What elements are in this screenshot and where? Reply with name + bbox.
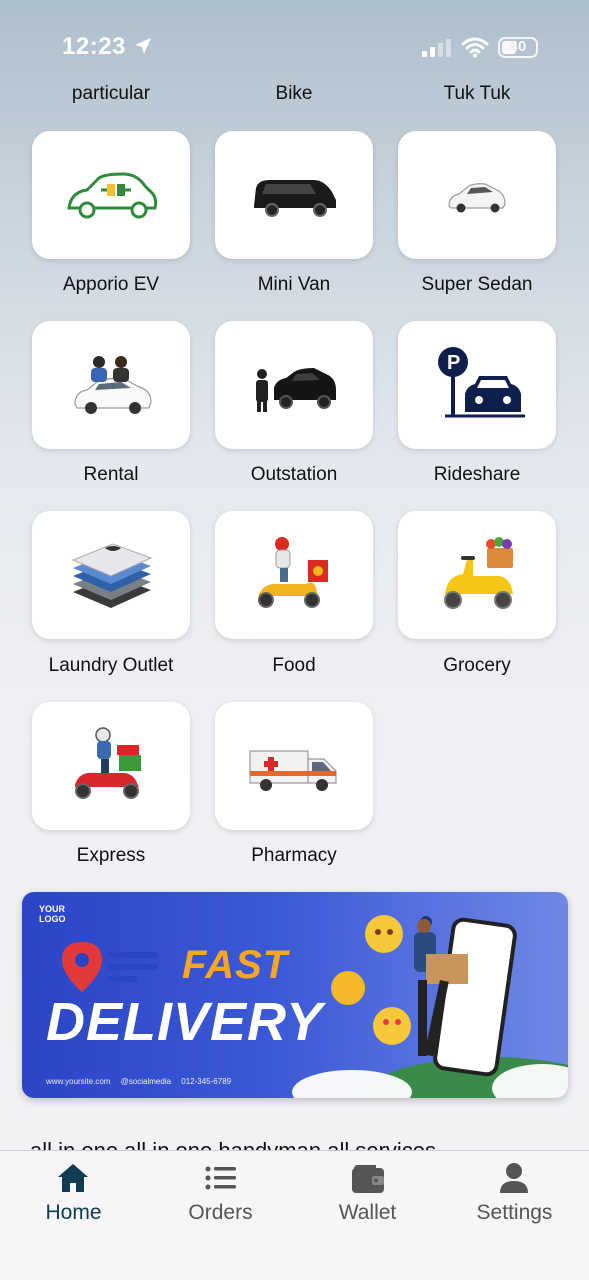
food-scooter-icon [258, 537, 328, 608]
service-label: Laundry Outlet [48, 655, 174, 676]
status-time: 12:23 [62, 33, 126, 60]
service-label: Super Sedan [421, 274, 533, 295]
ambulance-icon [249, 750, 337, 791]
service-tile-super-sedan[interactable] [398, 131, 556, 259]
service-tile-rental[interactable] [32, 321, 190, 449]
tab-orders[interactable]: Orders [147, 1151, 294, 1241]
tab-home[interactable]: Home [0, 1151, 147, 1241]
banner-footer-text: www.yoursite.com @socialmedia 012-345-67… [46, 1077, 232, 1086]
section-heading-cutoff: all in one all in one handyman all servi… [30, 1138, 570, 1150]
tab-label: Settings [476, 1201, 553, 1224]
tab-wallet[interactable]: Wallet [294, 1151, 441, 1241]
service-label: Rideshare [433, 464, 521, 485]
service-tile-pharmacy[interactable] [215, 702, 373, 830]
service-label: Express [76, 845, 146, 866]
status-bar: 12:23 40 [0, 0, 589, 90]
banner-logo-text: YOUR LOGO [39, 904, 66, 924]
wifi-icon [461, 37, 489, 58]
tab-settings[interactable]: Settings [441, 1151, 588, 1241]
service-tile-grocery[interactable] [398, 511, 556, 639]
service-label: Outstation [250, 464, 338, 485]
service-tile-rideshare[interactable]: P [398, 321, 556, 449]
service-label-tuk-tuk[interactable]: Tuk Tuk [386, 83, 568, 105]
banner-fast-text: FAST [182, 943, 289, 987]
person-icon [500, 1163, 528, 1193]
cellular-signal-icon [422, 39, 451, 57]
wallet-icon [352, 1165, 384, 1193]
service-tile-outstation[interactable] [215, 321, 373, 449]
tab-label: Home [45, 1201, 102, 1224]
list-icon [205, 1166, 236, 1190]
tab-label: Orders [188, 1201, 253, 1224]
grocery-scooter-icon [444, 537, 513, 609]
service-label: Mini Van [257, 274, 331, 295]
service-label: Apporio EV [62, 274, 160, 295]
service-tile-express[interactable] [32, 702, 190, 830]
service-tile-mini-van[interactable] [215, 131, 373, 259]
service-tile-laundry-outlet[interactable] [32, 511, 190, 639]
service-label: Food [272, 655, 316, 676]
service-label: Grocery [443, 655, 511, 676]
folded-clothes-icon [71, 543, 153, 608]
bottom-tab-bar: Home Orders Wallet Settings [0, 1150, 589, 1280]
promo-banner[interactable]: YOUR LOGO FAST DELIVERY www.yoursite.com… [22, 892, 568, 1098]
sedan-icon [448, 183, 506, 213]
location-arrow-icon [135, 38, 151, 54]
outstation-car-icon [256, 368, 336, 412]
tab-label: Wallet [338, 1201, 397, 1224]
service-label: Pharmacy [251, 845, 337, 866]
svg-text:P: P [447, 352, 460, 374]
service-label: Rental [83, 464, 139, 485]
minivan-icon [254, 180, 336, 217]
service-label-bike[interactable]: Bike [203, 83, 385, 105]
home-icon [58, 1164, 88, 1192]
battery-icon: 40 [498, 37, 538, 58]
service-tile-apporio-ev[interactable] [32, 131, 190, 259]
service-tile-food[interactable] [215, 511, 373, 639]
battery-level: 40 [509, 38, 527, 55]
express-scooter-icon [75, 727, 141, 799]
parking-car-icon: P [438, 347, 525, 418]
service-label-particular[interactable]: particular [20, 83, 202, 105]
rental-car-icon [74, 356, 152, 414]
banner-delivery-text: DELIVERY [46, 992, 324, 1052]
ev-car-icon [67, 172, 158, 219]
